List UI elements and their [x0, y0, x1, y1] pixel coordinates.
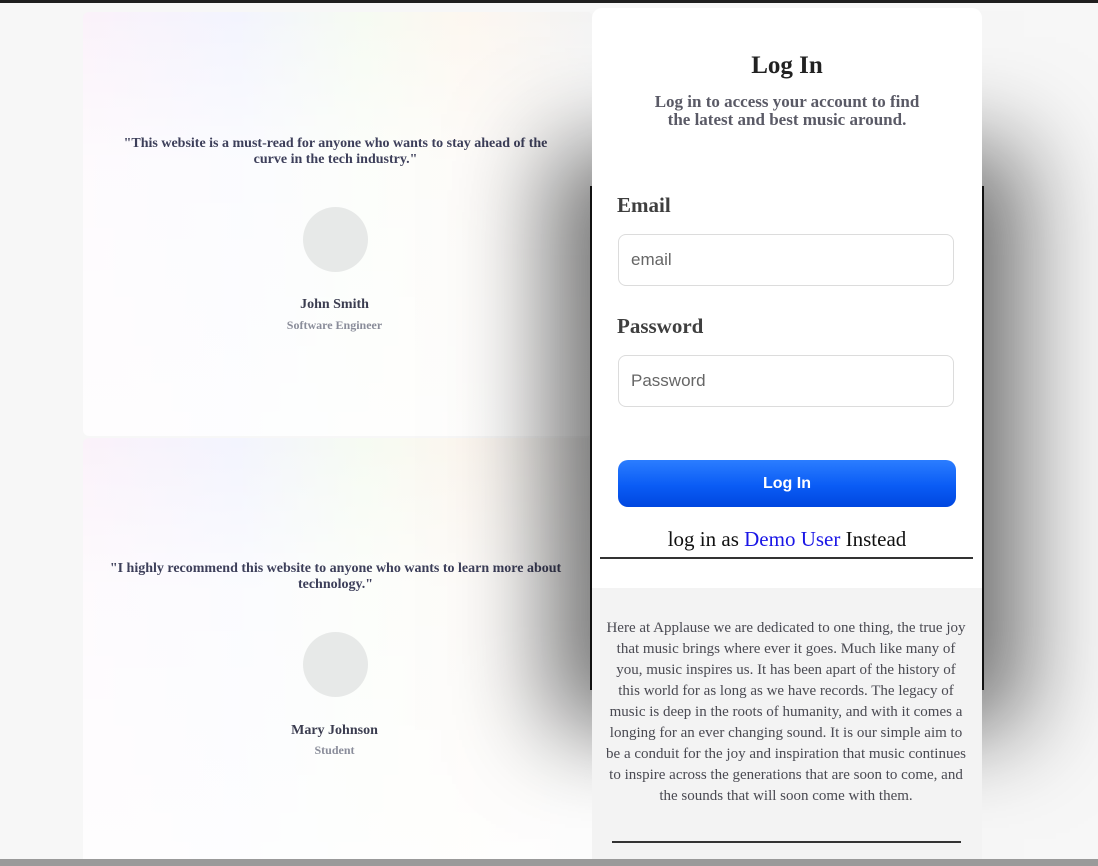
login-panel: Log In Log in to access your account to … [592, 8, 982, 859]
demo-login-line: log in as Demo User Instead [592, 527, 982, 552]
password-label: Password [617, 314, 704, 338]
about-section: Here at Applause we are dedicated to one… [592, 588, 982, 859]
testimonial-quote: "This website is a must-read for anyone … [123, 136, 548, 167]
window-top-border [0, 0, 1098, 3]
demo-user-link[interactable]: Demo User [744, 527, 840, 551]
login-button[interactable]: Log In [618, 460, 956, 507]
password-field[interactable] [618, 355, 954, 407]
email-field[interactable] [618, 234, 954, 286]
divider [600, 557, 973, 559]
testimonial-card: "I highly recommend this website to anyo… [83, 438, 593, 866]
demo-suffix-text: Instead [840, 527, 907, 551]
testimonial-author-name: Mary Johnson [291, 723, 378, 738]
testimonial-author-role: Software Engineer [286, 318, 383, 332]
testimonial-author-name: John Smith [300, 297, 369, 312]
email-label: Email [617, 193, 671, 217]
avatar [303, 207, 368, 272]
divider [612, 841, 961, 843]
testimonial-card: "This website is a must-read for anyone … [83, 12, 593, 436]
demo-prefix-text: log in as [667, 527, 745, 551]
window-bottom-border [0, 859, 1098, 866]
login-subtitle: Log in to access your account to find th… [654, 92, 920, 129]
about-text: Here at Applause we are dedicated to one… [606, 620, 966, 804]
avatar [303, 632, 368, 697]
login-title: Log In [751, 52, 823, 79]
testimonial-quote: "I highly recommend this website to anyo… [109, 561, 562, 592]
testimonial-author-role: Student [314, 743, 355, 757]
